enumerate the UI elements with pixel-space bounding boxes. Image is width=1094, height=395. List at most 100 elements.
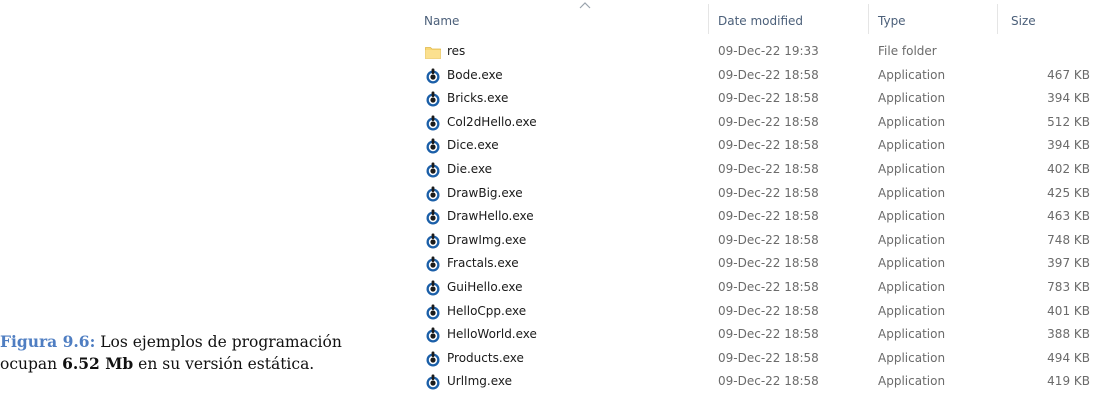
file-name: UrlImg.exe bbox=[447, 374, 512, 389]
application-icon bbox=[424, 67, 442, 85]
file-date-modified: 09-Dec-22 18:58 bbox=[718, 67, 819, 82]
file-size: 401 KB bbox=[1047, 303, 1090, 318]
file-name: DrawBig.exe bbox=[447, 185, 523, 200]
file-type: Application bbox=[878, 91, 946, 106]
column-header-size[interactable]: Size bbox=[1011, 12, 1036, 30]
column-divider[interactable] bbox=[997, 4, 998, 34]
file-type: Application bbox=[878, 327, 946, 342]
file-list-view: Name Date modified Type Size res 09-Dec-2… bbox=[411, 0, 1094, 395]
file-size: 394 KB bbox=[1047, 91, 1090, 106]
file-size: 419 KB bbox=[1047, 374, 1090, 389]
file-row[interactable]: HelloWorld.exe 09-Dec-22 18:58 Application… bbox=[411, 323, 1094, 347]
application-icon bbox=[424, 350, 442, 368]
file-type: File folder bbox=[878, 44, 937, 58]
figure-caption: Figura 9.6: Los ejemplos de programación… bbox=[0, 331, 352, 375]
application-icon bbox=[424, 90, 442, 108]
file-name: DrawImg.exe bbox=[447, 232, 527, 247]
file-type: Application bbox=[878, 67, 946, 82]
file-type: Application bbox=[878, 114, 946, 129]
file-size: 494 KB bbox=[1047, 350, 1090, 365]
file-name: HelloCpp.exe bbox=[447, 303, 527, 318]
file-type: Application bbox=[878, 185, 946, 200]
file-size: 388 KB bbox=[1047, 327, 1090, 342]
file-size: 512 KB bbox=[1047, 114, 1090, 129]
folder-icon bbox=[424, 43, 442, 61]
application-icon bbox=[424, 326, 442, 344]
file-size: 394 KB bbox=[1047, 138, 1090, 153]
file-row[interactable]: res 09-Dec-22 19:33 File folder bbox=[411, 40, 1094, 64]
file-row[interactable]: Products.exe 09-Dec-22 18:58 Application 49… bbox=[411, 347, 1094, 371]
file-rows: res 09-Dec-22 19:33 File folder Bode.exe 09-… bbox=[411, 40, 1094, 394]
file-row[interactable]: Fractals.exe 09-Dec-22 18:58 Application 39… bbox=[411, 252, 1094, 276]
file-name: Products.exe bbox=[447, 350, 524, 365]
file-type: Application bbox=[878, 209, 946, 224]
file-name: HelloWorld.exe bbox=[447, 327, 537, 342]
file-row[interactable]: UrlImg.exe 09-Dec-22 18:58 Application 419 … bbox=[411, 370, 1094, 394]
file-type: Application bbox=[878, 279, 946, 294]
file-date-modified: 09-Dec-22 18:58 bbox=[718, 256, 819, 271]
application-icon bbox=[424, 303, 442, 321]
caption-text-after: en su versión estática. bbox=[133, 355, 315, 373]
file-name: res bbox=[447, 44, 466, 58]
file-row[interactable]: GuiHello.exe 09-Dec-22 18:58 Application 78… bbox=[411, 276, 1094, 300]
file-type: Application bbox=[878, 161, 946, 176]
file-date-modified: 09-Dec-22 18:58 bbox=[718, 114, 819, 129]
file-date-modified: 09-Dec-22 18:58 bbox=[718, 185, 819, 200]
file-size: 467 KB bbox=[1047, 67, 1090, 82]
file-name: GuiHello.exe bbox=[447, 279, 523, 294]
file-date-modified: 09-Dec-22 19:33 bbox=[718, 44, 819, 58]
file-type: Application bbox=[878, 256, 946, 271]
caption-bold-value: 6.52 Mb bbox=[62, 354, 134, 373]
file-name: Fractals.exe bbox=[447, 256, 519, 271]
application-icon bbox=[424, 208, 442, 226]
file-date-modified: 09-Dec-22 18:58 bbox=[718, 209, 819, 224]
column-header-date[interactable]: Date modified bbox=[718, 12, 803, 30]
application-icon bbox=[424, 161, 442, 179]
application-icon bbox=[424, 185, 442, 203]
figure-label: Figura 9.6: bbox=[0, 332, 96, 351]
file-size: 748 KB bbox=[1047, 232, 1090, 247]
file-date-modified: 09-Dec-22 18:58 bbox=[718, 374, 819, 389]
file-row[interactable]: Bricks.exe 09-Dec-22 18:58 Application 394 … bbox=[411, 87, 1094, 111]
sort-ascending-icon bbox=[579, 2, 591, 9]
file-row[interactable]: Col2dHello.exe 09-Dec-22 18:58 Application… bbox=[411, 111, 1094, 135]
file-date-modified: 09-Dec-22 18:58 bbox=[718, 327, 819, 342]
file-row[interactable]: Bode.exe 09-Dec-22 18:58 Application 467 KB bbox=[411, 64, 1094, 88]
column-divider[interactable] bbox=[868, 4, 869, 34]
application-icon bbox=[424, 255, 442, 273]
application-icon bbox=[424, 232, 442, 250]
file-row[interactable]: HelloCpp.exe 09-Dec-22 18:58 Application 40… bbox=[411, 300, 1094, 324]
file-type: Application bbox=[878, 374, 946, 389]
file-date-modified: 09-Dec-22 18:58 bbox=[718, 232, 819, 247]
application-icon bbox=[424, 373, 442, 391]
file-type: Application bbox=[878, 350, 946, 365]
column-header-row: Name Date modified Type Size bbox=[411, 0, 1094, 38]
file-name: Bode.exe bbox=[447, 67, 503, 82]
file-date-modified: 09-Dec-22 18:58 bbox=[718, 350, 819, 365]
file-date-modified: 09-Dec-22 18:58 bbox=[718, 138, 819, 153]
file-row[interactable]: DrawBig.exe 09-Dec-22 18:58 Application 425… bbox=[411, 182, 1094, 206]
file-type: Application bbox=[878, 138, 946, 153]
file-size: 397 KB bbox=[1047, 256, 1090, 271]
file-row[interactable]: Dice.exe 09-Dec-22 18:58 Application 394 KB bbox=[411, 134, 1094, 158]
application-icon bbox=[424, 137, 442, 155]
file-date-modified: 09-Dec-22 18:58 bbox=[718, 279, 819, 294]
file-size: 463 KB bbox=[1047, 209, 1090, 224]
file-row[interactable]: DrawImg.exe 09-Dec-22 18:58 Application 748… bbox=[411, 229, 1094, 253]
column-divider[interactable] bbox=[708, 4, 709, 34]
application-icon bbox=[424, 114, 442, 132]
file-row[interactable]: DrawHello.exe 09-Dec-22 18:58 Application 4… bbox=[411, 205, 1094, 229]
application-icon bbox=[424, 279, 442, 297]
file-row[interactable]: Die.exe 09-Dec-22 18:58 Application 402 KB bbox=[411, 158, 1094, 182]
file-date-modified: 09-Dec-22 18:58 bbox=[718, 303, 819, 318]
column-header-name[interactable]: Name bbox=[424, 12, 459, 30]
file-date-modified: 09-Dec-22 18:58 bbox=[718, 91, 819, 106]
file-type: Application bbox=[878, 232, 946, 247]
column-header-type[interactable]: Type bbox=[878, 12, 906, 30]
file-type: Application bbox=[878, 303, 946, 318]
file-date-modified: 09-Dec-22 18:58 bbox=[718, 161, 819, 176]
file-name: Col2dHello.exe bbox=[447, 114, 537, 129]
file-name: Dice.exe bbox=[447, 138, 499, 153]
file-size: 402 KB bbox=[1047, 161, 1090, 176]
file-name: DrawHello.exe bbox=[447, 209, 534, 224]
